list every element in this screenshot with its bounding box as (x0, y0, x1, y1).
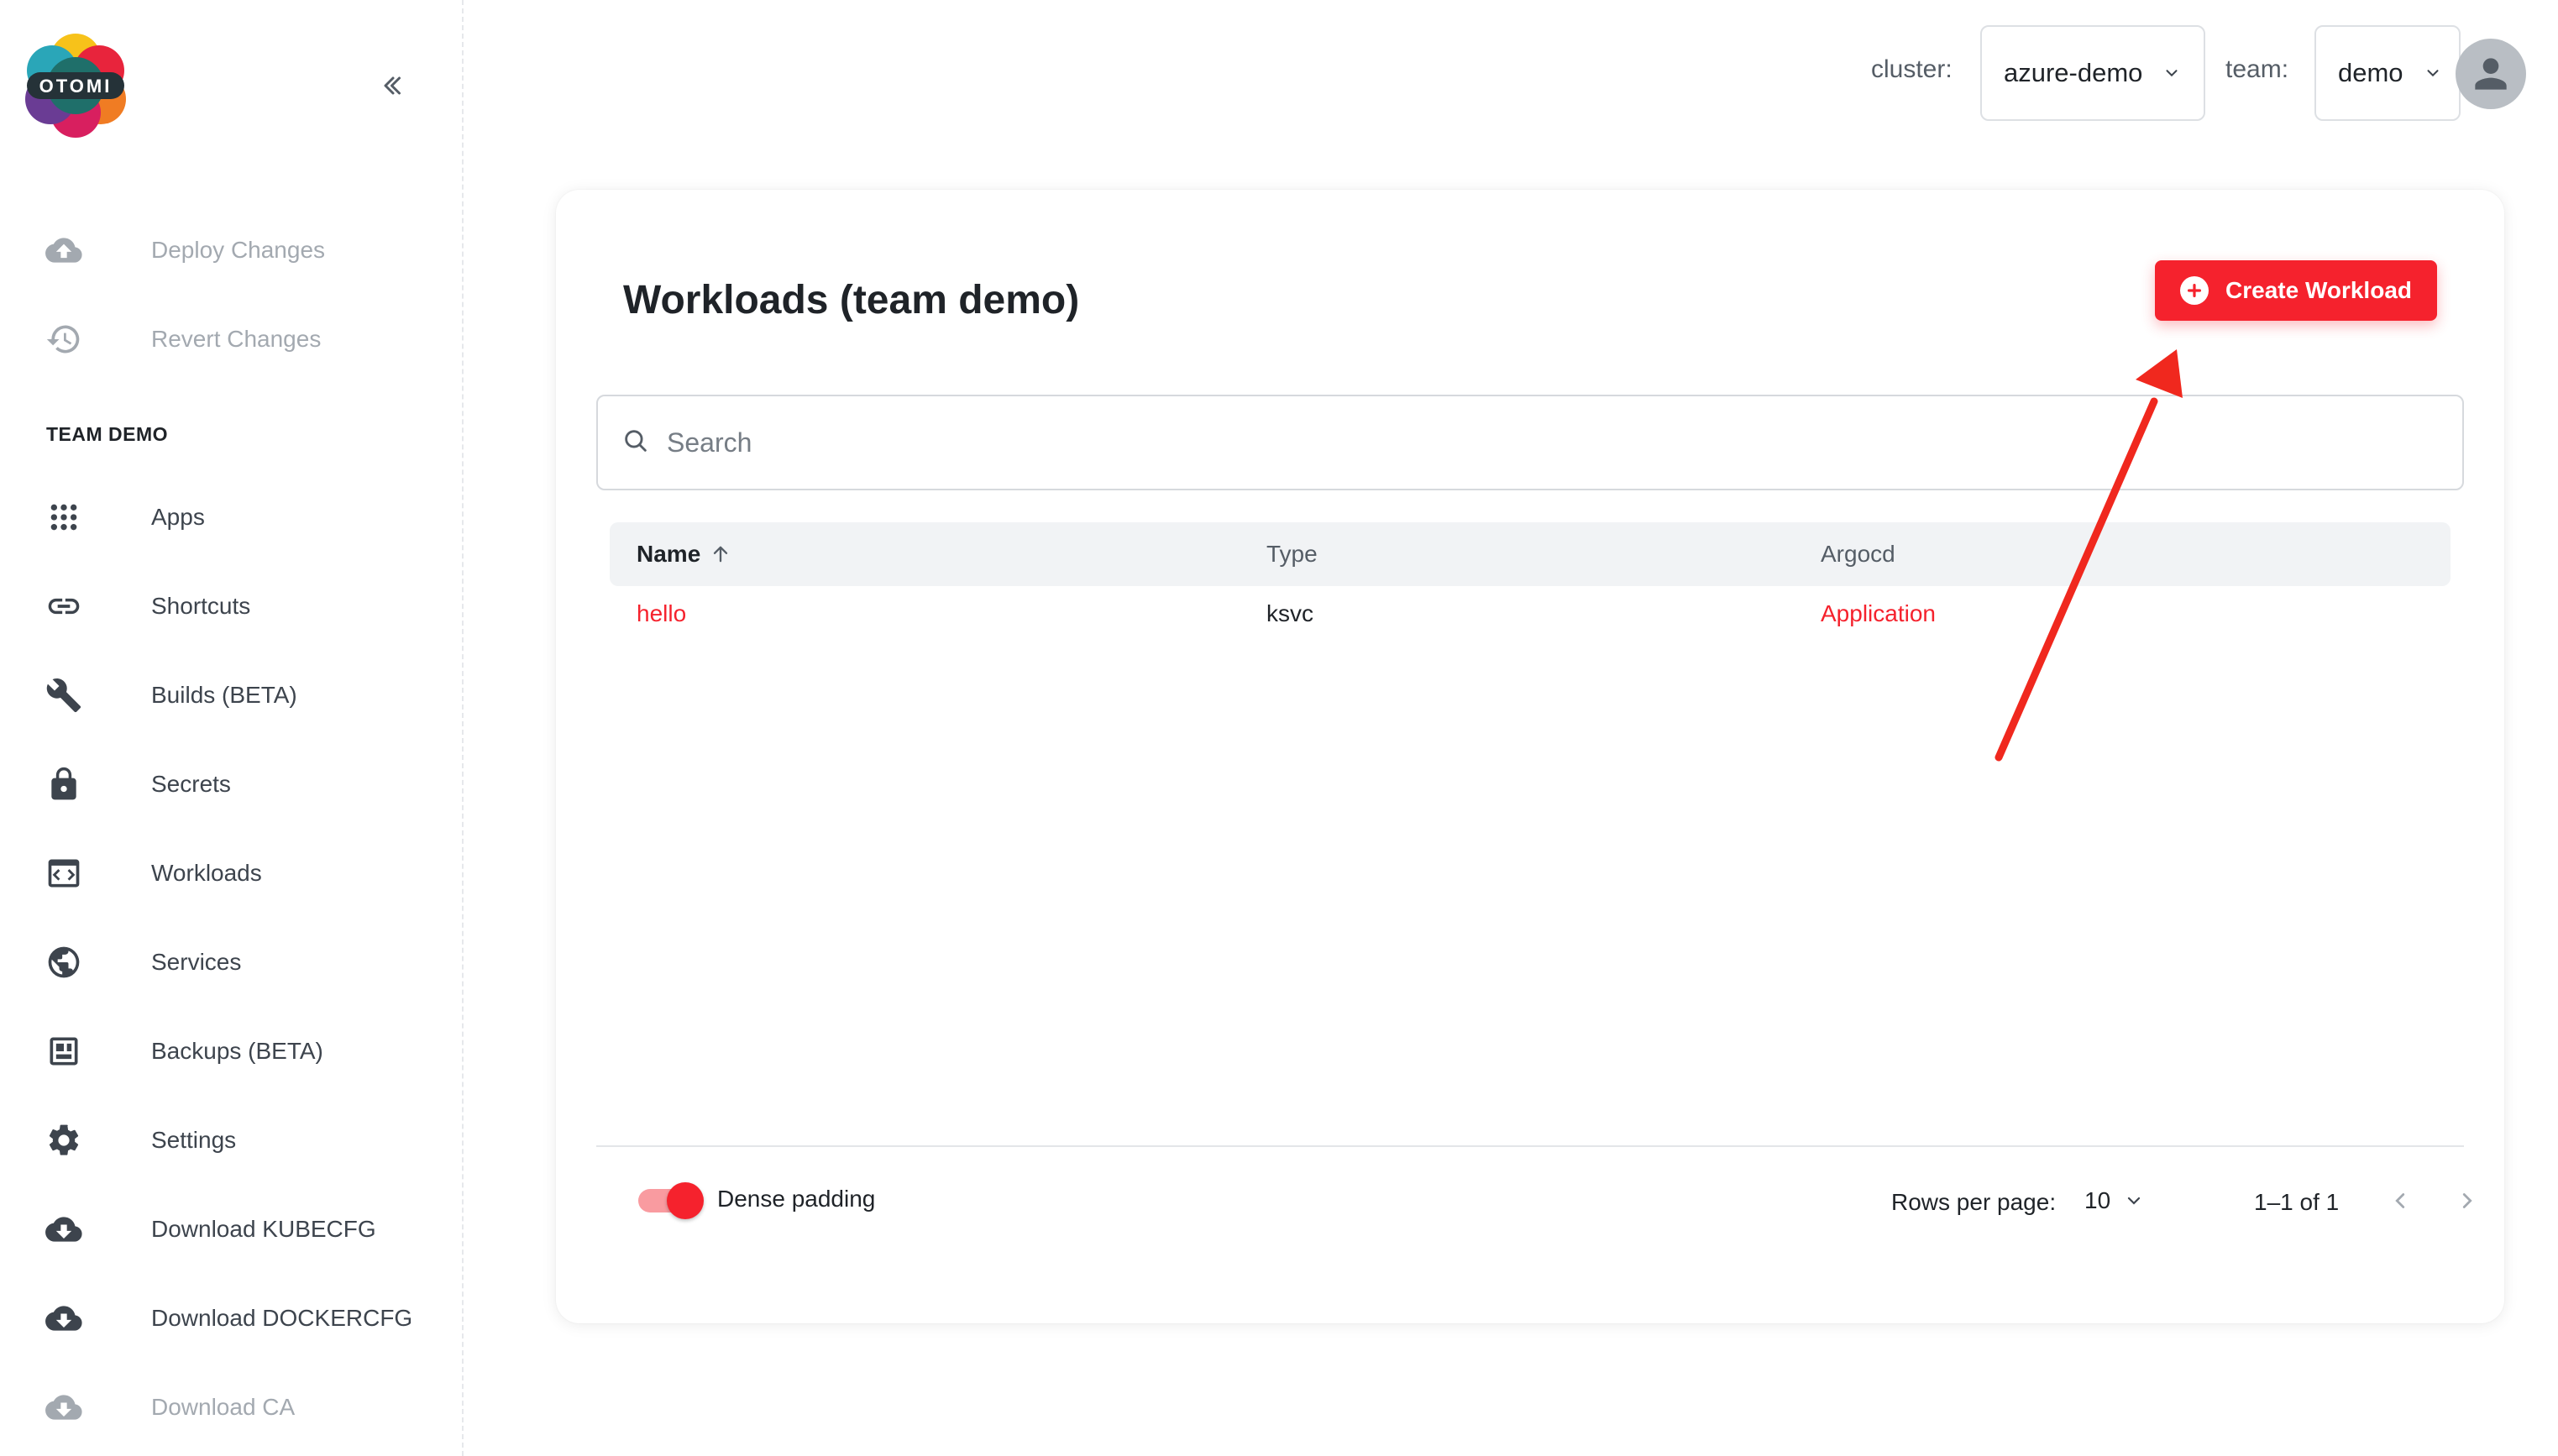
deploy-changes-button[interactable]: Deploy Changes (42, 225, 325, 275)
otomi-logo-mark: OTOMI (25, 34, 126, 138)
cloud-download-icon (42, 1385, 86, 1429)
table-footer-divider (596, 1145, 2464, 1147)
sidebar-item-settings[interactable]: Settings (42, 1115, 236, 1165)
sidebar-item-builds[interactable]: Builds (BETA) (42, 670, 297, 720)
create-workload-label: Create Workload (2225, 277, 2412, 303)
team-section-title: TEAM DEMO (46, 423, 169, 445)
dense-padding-label: Dense padding (717, 1186, 876, 1212)
chevron-right-icon (2462, 1193, 2472, 1208)
page-title: Workloads (team demo) (623, 278, 1080, 322)
create-workload-button[interactable]: Create Workload (2155, 260, 2437, 321)
dense-padding-toggle[interactable] (638, 1181, 704, 1221)
sidebar-item-services[interactable]: Services (42, 937, 241, 987)
pagination-range: 1–1 of 1 (2254, 1189, 2340, 1215)
cluster-value: azure-demo (2004, 58, 2143, 87)
lock-icon (42, 762, 86, 806)
cloud-download-icon (42, 1207, 86, 1251)
sidebar-item-download-dockercfg[interactable]: Download DOCKERCFG (42, 1293, 412, 1343)
column-header-label: Type (1266, 541, 1318, 567)
column-header-name[interactable]: Name (637, 522, 732, 586)
add-circle-icon (2180, 276, 2209, 305)
workload-name-link[interactable]: hello (637, 586, 686, 642)
sidebar-item-label: Builds (BETA) (151, 682, 297, 708)
table-header: Name Type Argocd (610, 522, 2451, 586)
previous-page-button[interactable] (2378, 1179, 2422, 1223)
sidebar-item-label: Workloads (151, 860, 262, 886)
sidebar-item-secrets[interactable]: Secrets (42, 759, 231, 809)
revert-changes-label: Revert Changes (151, 326, 322, 352)
rows-per-page-select[interactable]: 10 (2084, 1181, 2144, 1221)
column-header-label: Name (637, 541, 701, 567)
chevron-left-icon (2395, 1193, 2405, 1208)
next-page-button[interactable] (2445, 1179, 2489, 1223)
workloads-card: Workloads (team demo) Create Workload Na… (556, 190, 2504, 1323)
otomi-logo[interactable]: OTOMI (24, 34, 128, 138)
sidebar-item-label: Shortcuts (151, 593, 251, 619)
revert-changes-button[interactable]: Revert Changes (42, 314, 321, 364)
sidebar-item-label: Apps (151, 504, 205, 530)
workload-type: ksvc (1266, 600, 1313, 626)
sidebar-item-download-kubecfg[interactable]: Download KUBECFG (42, 1204, 376, 1254)
sidebar-item-apps[interactable]: Apps (42, 492, 205, 542)
cloud-download-icon (42, 1296, 86, 1340)
cluster-label: cluster: (1871, 55, 1953, 83)
workloads-icon (42, 851, 86, 895)
collapse-sidebar-button[interactable] (376, 69, 410, 102)
user-icon (2475, 58, 2507, 90)
column-header-argocd[interactable]: Argocd (1821, 522, 1895, 586)
arrow-up-icon (709, 542, 732, 566)
sidebar-item-download-ca[interactable]: Download CA (42, 1382, 295, 1432)
column-header-type[interactable]: Type (1266, 522, 1318, 586)
team-select[interactable]: demo (2314, 25, 2461, 121)
team-label: team: (2225, 55, 2289, 83)
search-box[interactable] (596, 395, 2464, 490)
apps-grid-icon (42, 495, 86, 539)
argocd-application-link[interactable]: Application (1821, 586, 1936, 642)
toggle-knob (667, 1182, 704, 1219)
deploy-changes-label: Deploy Changes (151, 237, 326, 263)
sidebar-item-label: Download CA (151, 1394, 296, 1420)
history-icon (42, 317, 86, 361)
backup-icon (42, 1029, 86, 1073)
chevron-down-icon (2124, 1191, 2144, 1211)
sidebar: OTOMI Deploy Changes Revert Changes TEAM… (0, 0, 464, 1456)
globe-icon (42, 940, 86, 984)
cloud-upload-icon (42, 228, 86, 272)
logo-text: OTOMI (39, 76, 113, 97)
sidebar-item-backups[interactable]: Backups (BETA) (42, 1026, 323, 1076)
column-header-label: Argocd (1821, 541, 1895, 567)
link-icon (42, 584, 86, 628)
search-input[interactable] (667, 427, 2346, 458)
sidebar-item-label: Download DOCKERCFG (151, 1305, 413, 1331)
chevron-down-icon (2162, 64, 2181, 82)
chevron-down-icon (2424, 64, 2442, 82)
table-row: hello ksvc Application (610, 586, 2451, 642)
sidebar-item-label: Download KUBECFG (151, 1216, 376, 1242)
rows-per-page-value: 10 (2084, 1187, 2111, 1213)
wrench-icon (42, 673, 86, 717)
rows-per-page-label: Rows per page: (1891, 1189, 2057, 1215)
sidebar-item-label: Settings (151, 1127, 237, 1153)
search-icon (621, 427, 650, 459)
sidebar-item-label: Backups (BETA) (151, 1038, 323, 1064)
gear-icon (42, 1118, 86, 1162)
sidebar-item-shortcuts[interactable]: Shortcuts (42, 581, 250, 631)
user-avatar[interactable] (2456, 39, 2526, 109)
double-chevron-left-icon (384, 76, 401, 95)
team-value: demo (2338, 58, 2403, 87)
sidebar-item-label: Services (151, 949, 242, 975)
sidebar-item-label: Secrets (151, 771, 231, 797)
cluster-select[interactable]: azure-demo (1980, 25, 2205, 121)
sidebar-item-workloads[interactable]: Workloads (42, 848, 262, 898)
